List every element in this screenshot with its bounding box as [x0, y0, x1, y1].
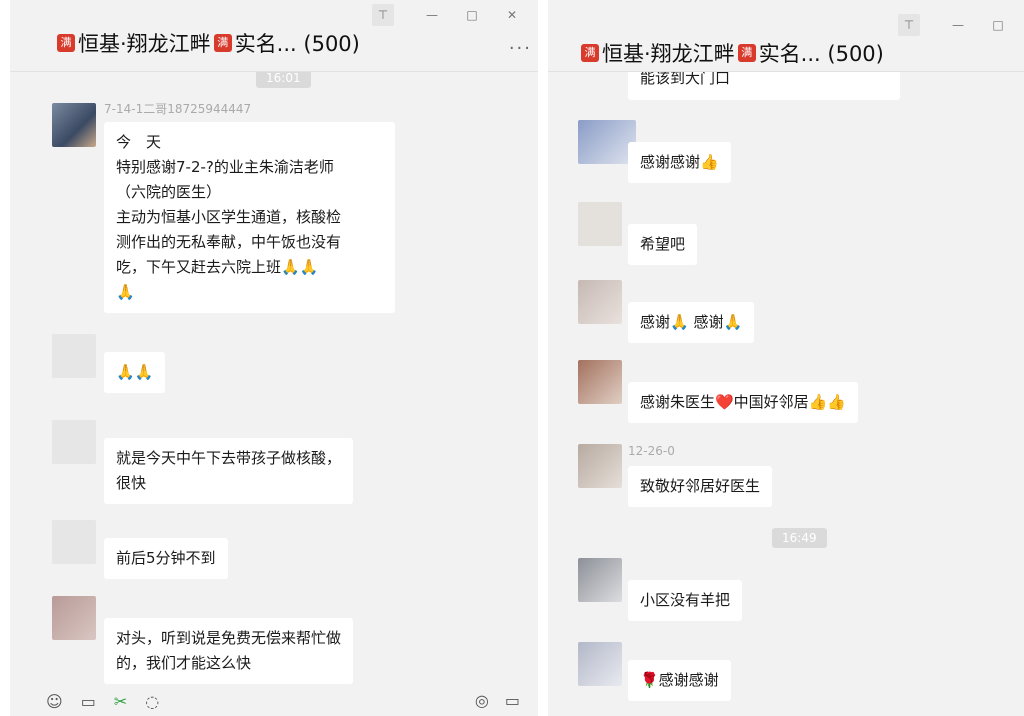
avatar[interactable]	[578, 202, 622, 246]
message-bubble[interactable]: 对头，听到说是免费无偿来帮忙做 的，我们才能这么快	[104, 618, 354, 684]
avatar[interactable]	[52, 520, 96, 564]
chat-title: 满 恒基·翔龙江畔 满 实名... (500)	[54, 28, 360, 58]
message-bubble[interactable]: 致敬好邻居好医生	[628, 466, 773, 507]
chat-title: 满 恒基·翔龙江畔 满 实名... (500)	[578, 38, 884, 68]
chat-title-suffix: 实名... (500)	[234, 32, 360, 56]
avatar[interactable]	[578, 360, 622, 404]
title-bar: 满 恒基·翔龙江畔 满 实名... (500) ⊤ — □ ✕ ···	[10, 0, 538, 72]
avatar[interactable]	[52, 334, 96, 378]
video-call-icon[interactable]: ▭	[505, 691, 520, 710]
voice-call-icon[interactable]: ◎	[475, 691, 489, 710]
avatar[interactable]	[578, 444, 622, 488]
avatar[interactable]	[52, 103, 96, 147]
sender-name: 7-14-1二哥18725944447	[104, 102, 252, 116]
maximize-icon[interactable]: □	[978, 14, 1018, 36]
chat-title-suffix: 实名... (500)	[758, 42, 884, 66]
chat-window-right: 满 恒基·翔龙江畔 满 实名... (500) ⊤ — □ 能该到大门口 感谢感…	[548, 0, 1024, 716]
message-bubble[interactable]: 感谢🙏 感谢🙏	[628, 302, 755, 343]
timestamp: 16:49	[772, 528, 827, 548]
input-toolbar: ☺ ▭ ✂ ◌ ◎ ▭	[10, 686, 538, 716]
message-bubble[interactable]: 🙏🙏	[104, 352, 166, 393]
message-bubble[interactable]: 🌹感谢感谢	[628, 660, 731, 701]
sender-name: 12-26-0	[628, 444, 675, 458]
minimize-icon[interactable]: —	[938, 14, 978, 36]
message-list[interactable]: 能该到大门口 感谢感谢👍 希望吧 感谢🙏 感谢🙏 感谢朱医生❤️中国好邻居👍👍	[548, 66, 1024, 716]
avatar[interactable]	[52, 420, 96, 464]
message-bubble[interactable]: 感谢感谢👍	[628, 142, 731, 183]
call-buttons: ◎ ▭	[475, 691, 520, 710]
avatar[interactable]	[52, 596, 96, 640]
more-icon[interactable]: ···	[509, 38, 532, 59]
close-icon[interactable]: ✕	[492, 4, 532, 26]
group-badge: 满	[213, 34, 232, 52]
title-bar: 满 恒基·翔龙江畔 满 实名... (500) ⊤ — □	[548, 0, 1024, 72]
avatar[interactable]	[578, 280, 622, 324]
chat-title-text: 恒基·翔龙江畔	[78, 32, 211, 56]
group-badge: 满	[737, 44, 756, 62]
pin-icon[interactable]: ⊤	[898, 14, 920, 36]
group-badge: 满	[581, 44, 599, 62]
message-bubble[interactable]: 就是今天中午下去带孩子做核酸， 很快	[104, 438, 354, 504]
message-bubble[interactable]: 前后5分钟不到	[104, 538, 228, 579]
window-controls: ⊤ — □	[898, 14, 1018, 36]
message-bubble[interactable]: 小区没有羊把	[628, 580, 743, 621]
minimize-icon[interactable]: —	[412, 4, 452, 26]
message-list[interactable]: 16:01 7-14-1二哥18725944447 今 天 特别感谢7-2-?的…	[10, 68, 538, 716]
avatar[interactable]	[578, 642, 622, 686]
folder-icon[interactable]: ▭	[81, 692, 96, 711]
message-bubble[interactable]: 感谢朱医生❤️中国好邻居👍👍	[628, 382, 859, 423]
window-controls: ⊤ — □ ✕	[372, 4, 532, 26]
maximize-icon[interactable]: □	[452, 4, 492, 26]
scissors-icon[interactable]: ✂	[114, 692, 127, 711]
message-bubble[interactable]: 今 天 特别感谢7-2-?的业主朱渝洁老师 （六院的医生） 主动为恒基小区学生通…	[104, 122, 395, 313]
chat-bubble-icon[interactable]: ◌	[145, 692, 159, 711]
emoji-icon[interactable]: ☺	[46, 692, 63, 711]
avatar[interactable]	[578, 558, 622, 602]
message-bubble[interactable]: 希望吧	[628, 224, 698, 265]
chat-title-text: 恒基·翔龙江畔	[602, 42, 735, 66]
pin-icon[interactable]: ⊤	[372, 4, 394, 26]
chat-window-left: 满 恒基·翔龙江畔 满 实名... (500) ⊤ — □ ✕ ··· 16:0…	[10, 0, 538, 716]
group-badge: 满	[57, 34, 75, 52]
